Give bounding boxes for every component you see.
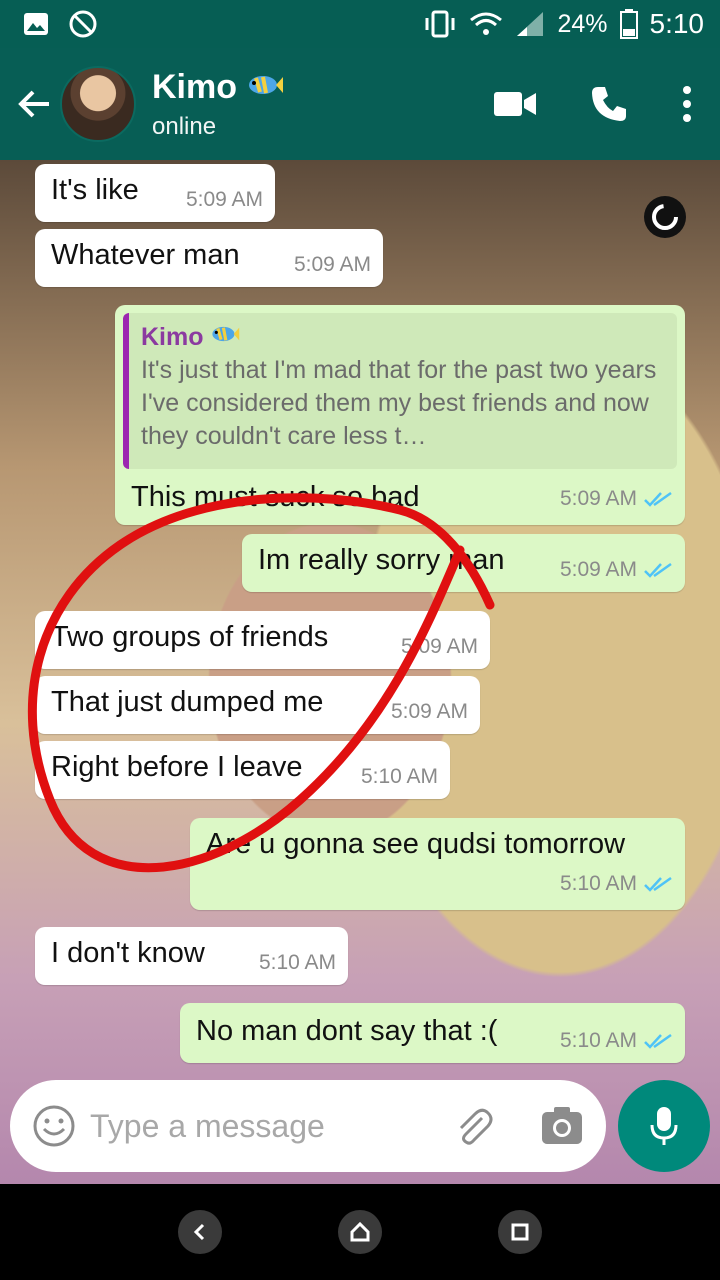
- gallery-icon: [24, 13, 48, 35]
- nav-home-icon: [350, 1221, 370, 1242]
- chat-area[interactable]: It's like 5:09 AM Whatever man 5:09 AM K…: [0, 160, 720, 1184]
- message-time: 5:09 AM: [390, 700, 468, 723]
- avatar[interactable]: [60, 66, 136, 142]
- message-composer[interactable]: Type a message: [10, 1080, 606, 1172]
- message-bubble[interactable]: It's like 5:09 AM: [35, 164, 275, 222]
- read-ticks-icon: [644, 1033, 672, 1049]
- attach-icon[interactable]: [452, 1104, 496, 1148]
- message-text: Right before I leave: [51, 751, 303, 783]
- message-time: 5:09 AM: [185, 188, 263, 211]
- contact-info[interactable]: Kimo online: [152, 68, 284, 141]
- voice-call-icon[interactable]: [590, 85, 628, 123]
- camera-icon[interactable]: [540, 1106, 584, 1146]
- contact-status: online: [152, 112, 217, 140]
- message-bubble[interactable]: I don't know 5:10 AM: [35, 927, 348, 985]
- no-sync-icon: [69, 10, 97, 38]
- message-time: 5:10 AM: [560, 1029, 673, 1053]
- message-text: That just dumped me: [51, 686, 324, 718]
- message-time: 5:10 AM: [360, 765, 438, 788]
- message-bubble[interactable]: Kimo It's just that I'm mad that for the…: [115, 305, 685, 525]
- message-time: 5:10 AM: [258, 951, 336, 974]
- message-text: I don't know: [51, 937, 205, 969]
- message-time: 5:09 AM: [400, 635, 478, 658]
- message-text: Two groups of friends: [51, 621, 329, 653]
- read-ticks-icon: [644, 876, 672, 892]
- message-bubble[interactable]: Right before I leave 5:10 AM: [35, 741, 450, 799]
- read-ticks-icon: [644, 562, 672, 578]
- message-bubble[interactable]: Im really sorry man 5:09 AM: [242, 534, 685, 592]
- fish-emoji-icon: [249, 75, 284, 94]
- clock: 5:10: [649, 8, 705, 39]
- voice-record-button[interactable]: [618, 1080, 710, 1172]
- chat-header: Kimo online: [0, 48, 720, 160]
- nav-home-button[interactable]: [338, 1210, 382, 1254]
- message-text: It's like: [51, 174, 139, 206]
- read-ticks-icon: [644, 491, 672, 507]
- more-options-icon[interactable]: [682, 86, 692, 122]
- battery-percent: 24%: [557, 9, 608, 38]
- message-bubble[interactable]: That just dumped me 5:09 AM: [35, 676, 480, 734]
- nav-recents-icon: [511, 1223, 529, 1241]
- message-text: Im really sorry man: [258, 544, 505, 576]
- message-time: 5:10 AM: [560, 872, 673, 896]
- message-bubble[interactable]: No man dont say that :( 5:10 AM: [180, 1003, 685, 1063]
- quote-text: It's just that I'm mad that for the past…: [141, 356, 657, 450]
- message-text: Are u gonna see qudsi tomorrow: [206, 828, 626, 860]
- contact-name: Kimo: [152, 67, 237, 106]
- quote-author: Kimo: [141, 323, 204, 351]
- back-button[interactable]: [12, 82, 56, 126]
- system-nav-bar: [0, 1184, 720, 1280]
- message-text: No man dont say that :(: [196, 1015, 498, 1047]
- nav-back-icon: [193, 1223, 205, 1241]
- status-bar: 24% 5:10: [0, 0, 720, 48]
- emoji-icon[interactable]: [32, 1104, 76, 1148]
- battery-icon: [619, 9, 638, 39]
- fish-emoji-icon: [212, 326, 240, 342]
- message-bubble[interactable]: Are u gonna see qudsi tomorrow 5:10 AM: [190, 818, 685, 910]
- loading-spinner-icon: [644, 196, 686, 238]
- signal-icon: [517, 12, 544, 36]
- message-time: 5:09 AM: [560, 487, 673, 511]
- nav-recents-button[interactable]: [498, 1210, 542, 1254]
- message-time: 5:09 AM: [293, 253, 371, 276]
- wifi-icon: [470, 12, 503, 35]
- microphone-icon: [650, 1107, 678, 1145]
- message-text: Whatever man: [51, 239, 240, 271]
- message-bubble[interactable]: Two groups of friends 5:09 AM: [35, 611, 490, 669]
- message-text: This must suck so bad: [131, 481, 420, 513]
- nav-back-button[interactable]: [178, 1210, 222, 1254]
- message-input[interactable]: Type a message: [90, 1108, 325, 1145]
- quoted-message[interactable]: Kimo It's just that I'm mad that for the…: [123, 313, 677, 469]
- back-arrow-icon: [18, 90, 49, 118]
- video-call-icon[interactable]: [494, 90, 536, 118]
- vibrate-icon: [425, 10, 455, 38]
- message-time: 5:09 AM: [560, 558, 673, 582]
- message-bubble[interactable]: Whatever man 5:09 AM: [35, 229, 383, 287]
